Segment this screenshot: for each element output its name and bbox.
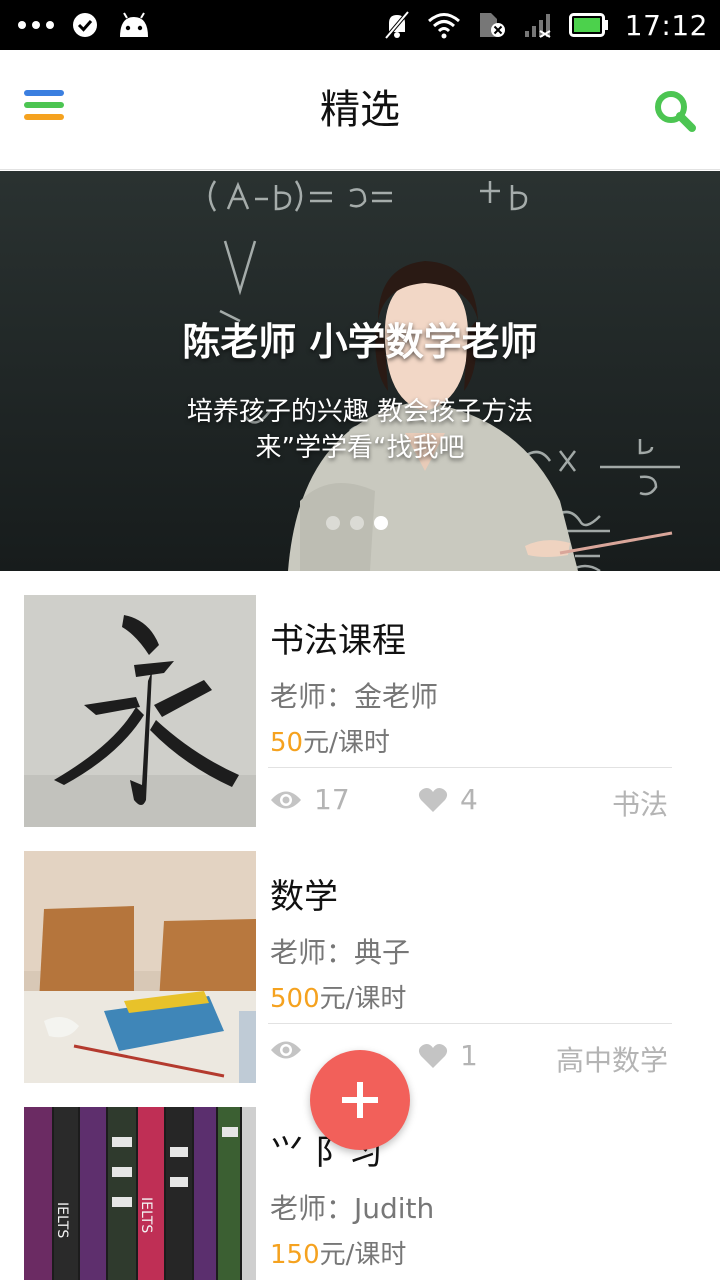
course-teacher: 老师：典子 (270, 936, 411, 969)
carousel-indicator (326, 516, 388, 530)
course-price: 50元/课时 (270, 722, 390, 759)
signal-icon (524, 14, 551, 38)
course-thumbnail: IELTS IELTS (24, 1107, 256, 1280)
course-thumbnail (24, 595, 256, 827)
course-tag[interactable]: 书法 (612, 783, 668, 823)
banner-subtitle-line1: 培养孩子的兴趣 教会孩子方法 (186, 397, 534, 427)
course-teacher: 老师：Judith (270, 1192, 435, 1225)
svg-text:IELTS: IELTS (138, 1197, 154, 1233)
more-dots-icon (18, 21, 54, 29)
divider (268, 767, 672, 768)
add-button[interactable] (310, 1050, 410, 1150)
price-unit: 元/课时 (319, 1240, 407, 1270)
wifi-icon (427, 13, 460, 39)
course-card[interactable]: 书法课程 老师：金老师 50元/课时 17 4 书法 (0, 595, 720, 827)
notifications-off-icon (384, 10, 410, 40)
check-circle-icon (73, 13, 97, 37)
carousel-dot-active[interactable] (374, 516, 388, 530)
course-stats: 17 4 书法 (270, 781, 670, 821)
battery-icon (568, 13, 608, 37)
banner-carousel[interactable]: 陈老师 小学数学老师 培养孩子的兴趣 教会孩子方法 来”学学看“找我吧 (0, 171, 720, 571)
status-bar: 17:12 (0, 0, 720, 50)
course-teacher: 老师：金老师 (270, 680, 439, 713)
search-icon[interactable] (652, 88, 698, 134)
plus-icon (342, 1082, 378, 1118)
course-tag[interactable]: 高中数学 (556, 1039, 668, 1079)
banner-image (0, 171, 720, 571)
eye-icon (271, 791, 301, 808)
price-unit: 元/课时 (319, 984, 407, 1014)
android-icon (120, 12, 148, 37)
sim-off-icon (479, 13, 505, 37)
svg-text:IELTS: IELTS (54, 1202, 70, 1238)
carousel-dot[interactable] (350, 516, 364, 530)
banner-title: 陈老师 小学数学老师 (182, 320, 538, 364)
banner-subtitle-line2: 来”学学看“找我吧 (255, 433, 465, 463)
course-price: 500元/课时 (270, 978, 406, 1015)
course-price: 150元/课时 (270, 1234, 406, 1271)
page-title: 精选 (320, 87, 400, 133)
carousel-dot[interactable] (326, 516, 340, 530)
like-count: 1 (460, 1039, 478, 1072)
course-title: 书法课程 (270, 621, 406, 661)
price-value: 500 (270, 984, 320, 1014)
heart-icon[interactable] (418, 1043, 448, 1069)
price-value: 50 (270, 728, 304, 758)
view-count: 17 (314, 783, 350, 816)
app-bar: 精选 (0, 50, 720, 170)
price-value: 150 (270, 1240, 320, 1270)
like-count: 4 (460, 783, 478, 816)
course-title: 数学 (270, 877, 338, 917)
heart-icon[interactable] (418, 787, 448, 813)
eye-icon (271, 1041, 301, 1059)
price-unit: 元/课时 (303, 728, 390, 758)
course-thumbnail (24, 851, 256, 1083)
status-time: 17:12 (624, 8, 708, 42)
